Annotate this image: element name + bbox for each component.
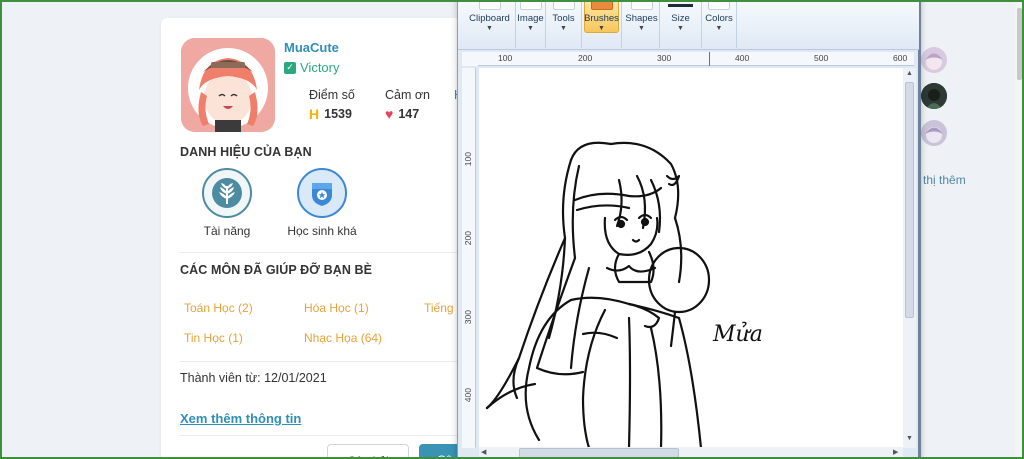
divider <box>180 252 470 253</box>
subject-informatics[interactable]: Tin Học (1) <box>184 331 243 345</box>
thanks-value: 147 <box>398 107 420 121</box>
badge-talent-label: Tài năng <box>203 224 251 238</box>
member-avatar[interactable] <box>921 47 947 73</box>
points-icon: H <box>309 106 320 122</box>
canvas-horizontal-scroll-thumb[interactable] <box>519 448 679 458</box>
clipboard-icon <box>478 0 501 10</box>
ribbon-colors-label: Colors <box>705 13 733 24</box>
canvas-horizontal-scrollbar[interactable]: ◀ ▶ <box>479 447 903 459</box>
scroll-right-icon[interactable]: ▶ <box>893 448 898 456</box>
username[interactable]: MuaCute <box>284 40 339 55</box>
ribbon-shapes[interactable]: Shapes ▼ <box>624 0 660 48</box>
points-stat: Điểm số H 1539 <box>309 88 355 122</box>
ribbon-size-label: Size <box>671 13 690 24</box>
ruler-tick: 500 <box>814 53 829 63</box>
ruler-tick: 400 <box>735 53 750 63</box>
colors-icon <box>708 0 730 10</box>
chevron-down-icon: ▼ <box>715 25 723 32</box>
member-avatar[interactable] <box>921 120 947 146</box>
ribbon-brushes[interactable]: Brushes ▼ <box>582 0 622 48</box>
subject-chemistry[interactable]: Hóa Học (1) <box>304 301 369 315</box>
chevron-down-icon: ▼ <box>527 25 534 32</box>
leaf-icon <box>202 168 252 218</box>
chevron-down-icon: ▼ <box>486 25 493 32</box>
subject-art-music[interactable]: Nhạc Họa (64) <box>304 331 382 345</box>
divider <box>180 435 470 436</box>
ruler-corner <box>462 52 478 66</box>
ruler-tick: 300 <box>657 53 672 63</box>
badge-good-student-label: Học sinh khá <box>287 224 357 238</box>
image-icon <box>519 0 542 10</box>
ribbon-clipboard[interactable]: Clipboard ▼ <box>464 0 516 48</box>
page-scrollbar[interactable] <box>1015 0 1024 459</box>
badge-talent[interactable]: Tài năng <box>182 168 272 238</box>
page-scrollbar-thumb[interactable] <box>1017 8 1022 80</box>
badges-section-title: DANH HIỆU CỦA BẠN <box>180 145 312 159</box>
thanks-label: Cảm ơn <box>385 88 431 102</box>
more-info-link[interactable]: Xem thêm thông tin <box>180 411 301 426</box>
ruler-tick: 200 <box>578 53 593 63</box>
ribbon-image-label: Image <box>517 13 544 24</box>
ribbon-image[interactable]: Image ▼ <box>516 0 546 48</box>
thanks-stat: Cảm ơn ♥ 147 <box>385 88 430 122</box>
avatar-illustration <box>181 38 275 132</box>
signature-text: Mửa <box>713 322 763 347</box>
paint-ribbon: Clipboard ▼ Image ▼ Tools ▼ Brushes ▼ Sh… <box>458 0 919 50</box>
badge-good-student[interactable]: Học sinh khá <box>277 168 367 238</box>
rank-text: Victory <box>300 60 340 75</box>
ruler-tick: 300 <box>463 310 473 325</box>
chevron-down-icon: ▼ <box>598 25 605 32</box>
profile-card: MuaCute ✓ Victory Điểm số H 1539 Cảm ơn … <box>161 18 481 459</box>
ruler-tick: 600 <box>893 53 908 63</box>
ribbon-shapes-label: Shapes <box>625 13 658 24</box>
rank-label: ✓ Victory <box>284 60 340 75</box>
ribbon-colors[interactable]: Colors ▼ <box>702 0 736 48</box>
brush-icon <box>590 0 613 10</box>
ribbon-size[interactable]: Size ▼ <box>660 0 702 48</box>
ruler-tick: 400 <box>463 388 473 403</box>
sketch-drawing <box>485 141 711 448</box>
canvas-vertical-scrollbar[interactable]: ▲ ▼ <box>903 68 916 448</box>
paint-window: Clipboard ▼ Image ▼ Tools ▼ Brushes ▼ Sh… <box>457 0 921 459</box>
rank-icon: ✓ <box>284 61 296 74</box>
subject-language[interactable]: Tiếng <box>424 301 454 315</box>
chevron-down-icon: ▼ <box>638 25 645 32</box>
ribbon-separator <box>736 0 737 48</box>
member-avatar[interactable] <box>921 83 947 109</box>
scroll-down-icon[interactable]: ▼ <box>906 435 913 442</box>
ribbon-tools[interactable]: Tools ▼ <box>546 0 582 48</box>
horizontal-ruler: 100 200 300 400 500 600 <box>478 52 914 66</box>
user-avatar[interactable] <box>181 38 275 132</box>
subjects-section-title: CÁC MÔN ĐÃ GIÚP ĐỠ BẠN BÈ <box>180 263 373 277</box>
heart-icon: ♥ <box>385 106 394 122</box>
points-label: Điểm số <box>309 88 355 102</box>
shapes-icon <box>630 0 653 10</box>
points-value: 1539 <box>324 107 352 121</box>
divider <box>180 361 470 362</box>
vertical-ruler: 100 200 300 400 <box>462 68 476 448</box>
scroll-left-icon[interactable]: ◀ <box>481 448 486 456</box>
questions-button[interactable]: Câu hỏi <box>327 444 409 459</box>
canvas-vertical-scroll-thumb[interactable] <box>905 82 914 318</box>
cursor-position-marker <box>709 52 710 66</box>
chevron-down-icon: ▼ <box>560 25 567 32</box>
ribbon-clipboard-label: Clipboard <box>469 13 510 24</box>
shield-star-icon <box>297 168 347 218</box>
ruler-tick: 100 <box>498 53 513 63</box>
ruler-tick: 100 <box>463 152 473 167</box>
ribbon-brushes-label: Brushes <box>584 13 619 24</box>
subject-math[interactable]: Toán Học (2) <box>184 301 253 315</box>
scroll-up-icon[interactable]: ▲ <box>906 70 913 77</box>
member-since: Thành viên từ: 12/01/2021 <box>180 371 327 385</box>
chevron-down-icon: ▼ <box>677 25 684 32</box>
ruler-tick: 200 <box>463 231 473 246</box>
ribbon-tools-label: Tools <box>552 13 575 24</box>
line-size-icon <box>668 4 693 7</box>
tools-icon <box>552 0 575 10</box>
drawing-canvas[interactable]: Mửa <box>479 68 903 448</box>
